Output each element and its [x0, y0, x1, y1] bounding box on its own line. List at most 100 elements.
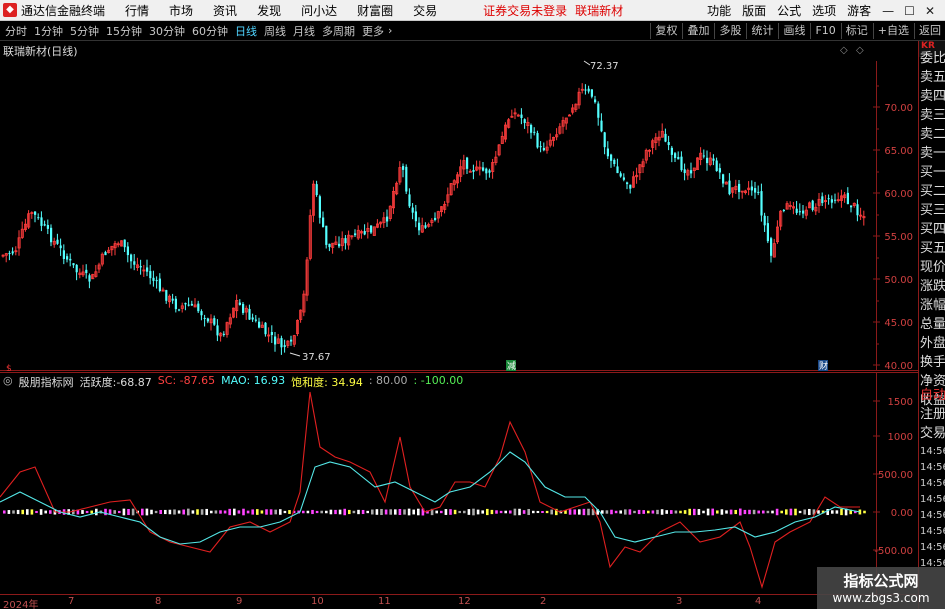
candle-body [850, 205, 853, 208]
ind-bar [495, 510, 498, 514]
candlestick-chart[interactable]: 70.0065.0060.0055.0050.0045.0040.00 $ 减 … [0, 41, 918, 374]
period-5min[interactable]: 5分钟 [70, 23, 99, 39]
ind-bar [407, 508, 411, 516]
ind-bar [191, 510, 195, 514]
candle-body [85, 269, 88, 274]
ind-bar [766, 510, 770, 514]
side-item-11[interactable]: 现价 [920, 256, 945, 275]
ind-bar [665, 510, 668, 514]
btn-biaoji[interactable]: 标记 [840, 23, 872, 39]
side-item-7[interactable]: 买二 [920, 180, 945, 199]
btn-diejia[interactable]: 叠加 [682, 23, 713, 39]
level-80: 80.00 [376, 374, 408, 387]
ind-bar [325, 510, 328, 514]
side-item-2[interactable]: 卖四 [920, 85, 945, 104]
ind-bar [831, 510, 834, 514]
candle-body [222, 333, 225, 335]
period-weekly[interactable]: 周线 [264, 23, 286, 39]
period-15min[interactable]: 15分钟 [106, 23, 142, 39]
menu-xuanxiang[interactable]: 选项 [812, 2, 836, 19]
side-item-4[interactable]: 卖二 [920, 123, 945, 142]
ind-bar [352, 510, 356, 514]
btn-fanhui[interactable]: 返回 [914, 23, 945, 39]
side-lower-1[interactable]: 注册 [920, 403, 945, 422]
period-more[interactable]: 更多 [362, 23, 384, 39]
menu-wenxiaoda[interactable]: 问小达 [301, 2, 337, 19]
side-item-16[interactable]: 换手 [920, 351, 945, 370]
diamond-icon[interactable]: ◇ [840, 45, 848, 56]
ind-bar [302, 510, 305, 514]
side-item-14[interactable]: 总量 [920, 313, 945, 332]
period-fenshi[interactable]: 分时 [5, 23, 27, 39]
close-icon[interactable]: ✕ [925, 4, 935, 18]
ind-bar [697, 509, 701, 515]
period-monthly[interactable]: 月线 [293, 23, 315, 39]
side-item-13[interactable]: 涨幅 [920, 294, 945, 313]
indicator-name[interactable]: 殷朋指标网 [19, 374, 74, 390]
trade-login-alert[interactable]: 证券交易未登录 [483, 2, 567, 19]
side-item-15[interactable]: 外盘 [920, 332, 945, 351]
menu-zixun[interactable]: 资讯 [213, 2, 237, 19]
maximize-icon[interactable]: ☐ [904, 4, 915, 18]
ind-bar [674, 510, 678, 514]
btn-duogu[interactable]: 多股 [714, 23, 745, 39]
indicator-panel[interactable]: 1500 1000 500.00 0.00 -500.00 ◎ 殷朋指标网 活跃度:-6… [0, 372, 918, 594]
watermark-line1: 指标公式网 [843, 572, 919, 590]
menu-shichang[interactable]: 市场 [169, 2, 193, 19]
side-lower-0[interactable]: 自动 [920, 384, 945, 403]
ind-bar [150, 509, 153, 515]
collapse-icon[interactable]: ◇ [856, 45, 864, 56]
side-item-5[interactable]: 卖一 [920, 142, 945, 161]
menu-faxian[interactable]: 发现 [257, 2, 281, 19]
btn-tongji[interactable]: 统计 [746, 23, 777, 39]
indicator-chart[interactable]: 1500 1000 500.00 0.00 -500.00 [0, 372, 918, 594]
period-30min[interactable]: 30分钟 [149, 23, 185, 39]
marker-cai-label: 财 [819, 360, 828, 371]
candle-body [197, 303, 200, 312]
btn-fuquan[interactable]: 复权 [650, 23, 681, 39]
ind-bar [237, 510, 241, 514]
price-tick-2: 60.00 [884, 189, 913, 200]
btn-huaxian[interactable]: 画线 [778, 23, 809, 39]
candle-body [760, 191, 763, 216]
side-item-10[interactable]: 买五 [920, 237, 945, 256]
ind-bar [154, 510, 158, 514]
candle-body [190, 303, 193, 306]
period-daily[interactable]: 日线 [235, 23, 257, 39]
btn-zixuan[interactable]: +自选 [872, 23, 913, 39]
period-60min[interactable]: 60分钟 [192, 23, 228, 39]
time-label-3: 3 [676, 596, 683, 607]
ind-bar [214, 510, 218, 514]
price-tick-0: 70.00 [884, 103, 913, 114]
time-label-2: 2 [540, 596, 547, 607]
minimize-icon[interactable]: — [882, 4, 894, 18]
ind-bar [12, 510, 15, 514]
menu-gongshi[interactable]: 公式 [777, 2, 801, 19]
side-item-1[interactable]: 卖五 [920, 66, 945, 85]
menu-caifuquan[interactable]: 财富圈 [357, 2, 393, 19]
side-item-9[interactable]: 买四 [920, 218, 945, 237]
time-label-8: 8 [155, 596, 162, 607]
menu-hangqing[interactable]: 行情 [125, 2, 149, 19]
side-item-3[interactable]: 卖三 [920, 104, 945, 123]
side-item-12[interactable]: 涨跌 [920, 275, 945, 294]
side-lower-2[interactable]: 交易 [920, 422, 945, 441]
ind-bar [242, 508, 245, 516]
side-item-0[interactable]: 委比 [920, 47, 945, 66]
menu-banmian[interactable]: 版面 [742, 2, 766, 19]
side-item-8[interactable]: 买三 [920, 199, 945, 218]
candle-body [466, 157, 469, 169]
menu-gongneng[interactable]: 功能 [707, 2, 731, 19]
chevron-right-icon[interactable]: › [388, 24, 392, 37]
indicator-toggle-icon[interactable]: ◎ [3, 374, 13, 390]
btn-f10[interactable]: F10 [810, 23, 839, 39]
period-1min[interactable]: 1分钟 [34, 23, 63, 39]
menu-jiaoyi[interactable]: 交易 [413, 2, 437, 19]
side-item-6[interactable]: 买一 [920, 161, 945, 180]
ind-bar [200, 509, 204, 515]
candle-body [603, 132, 606, 148]
bhd-label: 饱和度 [291, 376, 325, 389]
user-label[interactable]: 游客 [847, 2, 871, 19]
period-multi[interactable]: 多周期 [322, 23, 355, 39]
price-chart-panel[interactable]: 70.00 65.00 60.00 55.00 50.00 45.00 40.00 $ 减 … [0, 41, 918, 374]
